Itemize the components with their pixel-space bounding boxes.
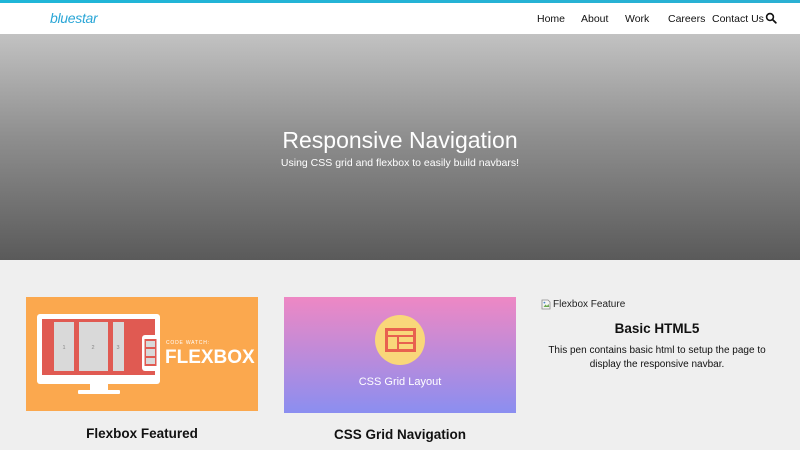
- hero-banner: Responsive Navigation Using CSS grid and…: [0, 34, 800, 260]
- broken-image-alt-text: Flexbox Feature: [553, 298, 626, 310]
- grid-layout-icon: [375, 315, 425, 365]
- panel-number-3: 3: [116, 345, 119, 351]
- flexbox-card-label: CODE WATCH:: [166, 340, 210, 346]
- card-description: This pen contains basic html to setup th…: [548, 345, 766, 370]
- nav-link-careers[interactable]: Careers: [668, 13, 705, 26]
- hero-title: Responsive Navigation: [282, 127, 518, 153]
- panel-number-1: 1: [62, 345, 65, 351]
- main-nav: Home About Work Careers Contact Us: [0, 3, 800, 34]
- card-css-grid-navigation[interactable]: CSS Grid Layout CSS Grid Navigation: [284, 297, 516, 443]
- site-header: bluestar Home About Work Careers Contact…: [0, 3, 800, 34]
- card-title[interactable]: Basic HTML5: [541, 321, 773, 337]
- css-grid-card-image: CSS Grid Layout: [284, 297, 516, 413]
- card-flexbox-featured[interactable]: 1 2 3 CODE WATCH: FLEXBOX Flexbox Featur…: [26, 297, 258, 442]
- card-title[interactable]: Flexbox Featured: [26, 426, 258, 442]
- card-basic-html5[interactable]: Flexbox Feature Basic HTML5 This pen con…: [541, 297, 773, 372]
- card-title[interactable]: CSS Grid Navigation: [284, 427, 516, 443]
- broken-image-icon: [541, 299, 551, 309]
- broken-image-placeholder: Flexbox Feature: [541, 297, 773, 311]
- nav-link-contact-us[interactable]: Contact Us: [712, 13, 764, 26]
- css-grid-card-caption: CSS Grid Layout: [358, 376, 442, 388]
- search-icon[interactable]: [765, 12, 777, 24]
- nav-link-home[interactable]: Home: [537, 13, 565, 26]
- nav-link-about[interactable]: About: [581, 13, 608, 26]
- flexbox-card-image: 1 2 3 CODE WATCH: FLEXBOX: [26, 297, 258, 411]
- nav-link-work[interactable]: Work: [625, 13, 649, 26]
- flexbox-card-image-title: FLEXBOX: [165, 347, 255, 368]
- panel-number-2: 2: [91, 345, 94, 351]
- hero-subtitle: Using CSS grid and flexbox to easily bui…: [280, 157, 520, 169]
